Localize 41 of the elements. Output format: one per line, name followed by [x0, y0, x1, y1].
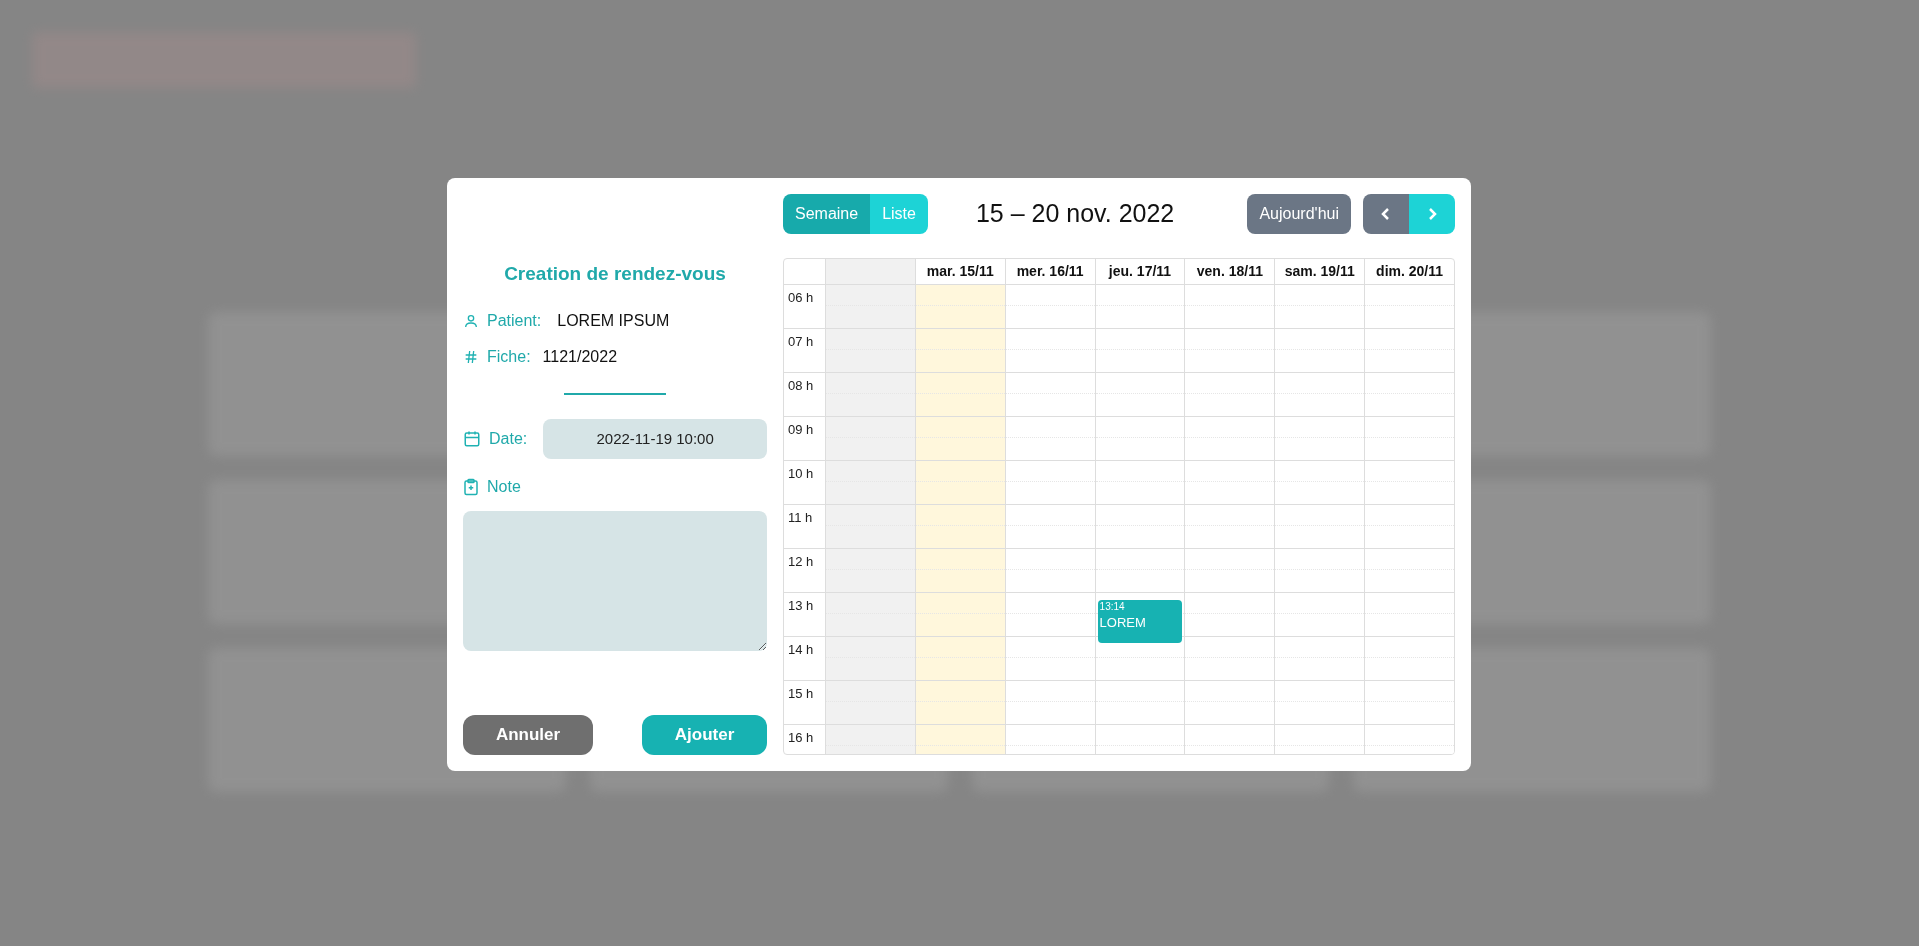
- clipboard-plus-icon: [463, 477, 479, 496]
- view-tab[interactable]: Liste: [870, 194, 928, 234]
- day-header: sam. 19/11: [1275, 259, 1365, 285]
- day-header: jeu. 17/11: [1095, 259, 1185, 285]
- event-time: 13:14: [1099, 600, 1126, 615]
- hour-label: 12 h: [787, 553, 814, 569]
- hour-label: 07 h: [787, 333, 814, 349]
- hour-label: 09 h: [787, 421, 814, 437]
- hash-icon: [463, 348, 479, 365]
- day-header: mer. 16/11: [1005, 259, 1095, 285]
- hour-label: 16 h: [787, 729, 814, 745]
- hour-label: 14 h: [787, 641, 814, 657]
- hour-label: 08 h: [787, 377, 814, 393]
- note-label: Note: [487, 476, 521, 497]
- fiche-number: 1121/2022: [542, 346, 618, 367]
- form-title: Creation de rendez-vous: [503, 262, 727, 286]
- appointment-event[interactable]: 13:14 LOREM: [1097, 600, 1183, 644]
- day-header: mar. 15/11: [915, 259, 1005, 285]
- today-button[interactable]: Aujourd'hui: [1247, 194, 1351, 234]
- calendar-icon: [463, 429, 481, 448]
- date-range-title: 15 – 20 nov. 2022: [975, 198, 1175, 230]
- fiche-label: Fiche:: [487, 346, 531, 367]
- hour-label: 06 h: [787, 289, 814, 305]
- patient-label: Patient:: [487, 310, 542, 331]
- date-field[interactable]: 2022-11-19 10:00: [543, 418, 767, 459]
- hour-label: 10 h: [787, 465, 814, 481]
- day-header: ven. 18/11: [1185, 259, 1275, 285]
- hour-label: 11 h: [787, 509, 813, 525]
- previous-button[interactable]: [1363, 194, 1409, 234]
- next-button[interactable]: [1409, 194, 1455, 234]
- add-button[interactable]: Ajouter: [642, 715, 767, 755]
- hour-label: 15 h: [787, 685, 814, 701]
- date-label: Date:: [489, 428, 528, 449]
- note-field[interactable]: [463, 510, 767, 651]
- event-title: LOREM: [1099, 614, 1147, 633]
- hour-label: 13 h: [787, 597, 814, 613]
- cancel-button[interactable]: Annuler: [463, 715, 593, 755]
- user-icon: [463, 312, 479, 329]
- view-tab[interactable]: Semaine: [783, 194, 871, 234]
- day-header: dim. 20/11: [1365, 259, 1454, 285]
- patient-name: LOREM IPSUM: [557, 310, 670, 331]
